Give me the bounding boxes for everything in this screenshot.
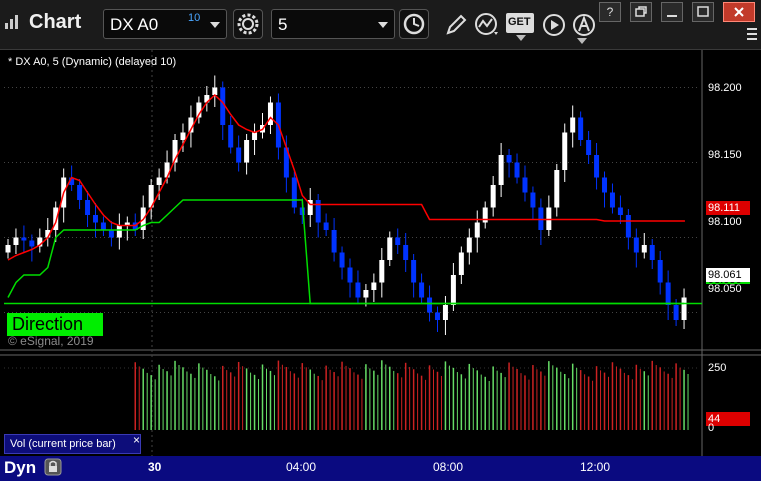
candle-up — [252, 132, 258, 140]
candle-up — [681, 297, 687, 320]
candle-up — [13, 237, 19, 245]
candle-down — [315, 200, 321, 223]
volume-panel-label: Vol (current price bar) — [4, 434, 141, 454]
candle-down — [657, 260, 663, 283]
candle-down — [617, 207, 623, 215]
candle-down — [331, 230, 337, 253]
candle-up — [116, 225, 122, 238]
candle-down — [100, 222, 106, 230]
green-line-series — [7, 199, 684, 305]
candle-down — [403, 245, 409, 260]
candle-down — [506, 155, 512, 163]
candle-down — [625, 215, 631, 238]
candle-down — [323, 222, 329, 230]
candle-up — [490, 185, 496, 208]
candle-down — [411, 260, 417, 283]
candle-down — [633, 237, 639, 253]
candle-down — [609, 192, 615, 208]
candle-up — [212, 87, 218, 95]
price-tick: 98.200 — [708, 82, 742, 94]
price-chart[interactable] — [0, 0, 761, 481]
candle-up — [156, 177, 162, 185]
candle-down — [522, 177, 528, 193]
time-label: 04:00 — [286, 460, 317, 474]
candle-down — [395, 237, 401, 245]
candle-up — [267, 102, 273, 125]
volume-tick: 0 — [708, 422, 715, 434]
candle-down — [236, 147, 242, 163]
price-tick: 98.150 — [708, 149, 742, 161]
candle-down — [85, 200, 91, 215]
price-tick: 98.050 — [708, 283, 742, 295]
candle-up — [363, 290, 369, 298]
candle-down — [578, 117, 584, 140]
candle-down — [228, 125, 234, 148]
candle-down — [586, 140, 592, 155]
candle-up — [458, 252, 464, 275]
candle-down — [602, 177, 608, 193]
candle-up — [387, 237, 393, 260]
candle-up — [474, 222, 480, 238]
candle-up — [641, 245, 647, 253]
candle-down — [355, 282, 361, 298]
candle-down — [530, 192, 536, 208]
time-label-day: 30 — [148, 460, 162, 474]
volume-tick: 250 — [708, 362, 727, 374]
candle-down — [665, 282, 671, 305]
candle-up — [554, 170, 560, 208]
candle-down — [347, 267, 353, 283]
candle-up — [180, 132, 186, 140]
candle-down — [427, 297, 433, 313]
candle-down — [108, 230, 114, 238]
time-axis — [0, 456, 761, 481]
candle-down — [339, 252, 345, 268]
candle-down — [21, 237, 27, 241]
candle-up — [244, 140, 250, 163]
price-label-last: 98.061 — [706, 268, 750, 282]
candle-down — [649, 245, 655, 260]
direction-badge[interactable]: Direction — [7, 313, 103, 336]
time-label: 08:00 — [433, 460, 464, 474]
candle-down — [419, 282, 425, 298]
dyn-label[interactable]: Dyn — [4, 458, 36, 478]
candle-up — [562, 132, 568, 170]
candle-down — [594, 155, 600, 178]
candle-down — [77, 185, 83, 200]
candle-up — [5, 245, 11, 253]
lock-icon[interactable] — [44, 458, 62, 476]
price-tick: 98.100 — [708, 216, 742, 228]
price-label-red: 98.111 — [706, 201, 750, 215]
candle-down — [29, 240, 35, 247]
candle-up — [570, 117, 576, 133]
candle-up — [466, 237, 472, 253]
candle-down — [92, 215, 98, 223]
candle-up — [450, 275, 456, 305]
candle-down — [514, 162, 520, 178]
candle-down — [673, 305, 679, 320]
candle-up — [379, 260, 385, 283]
candle-up — [442, 305, 448, 320]
volume-close-icon[interactable]: × — [133, 433, 140, 447]
candle-up — [371, 282, 377, 290]
copyright-text: © eSignal, 2019 — [8, 334, 94, 348]
candle-down — [434, 312, 440, 320]
time-label: 12:00 — [580, 460, 611, 474]
candle-down — [291, 177, 297, 208]
candle-up — [498, 155, 504, 185]
study-label: * DX A0, 5 (Dynamic) (delayed 10) — [8, 56, 177, 68]
